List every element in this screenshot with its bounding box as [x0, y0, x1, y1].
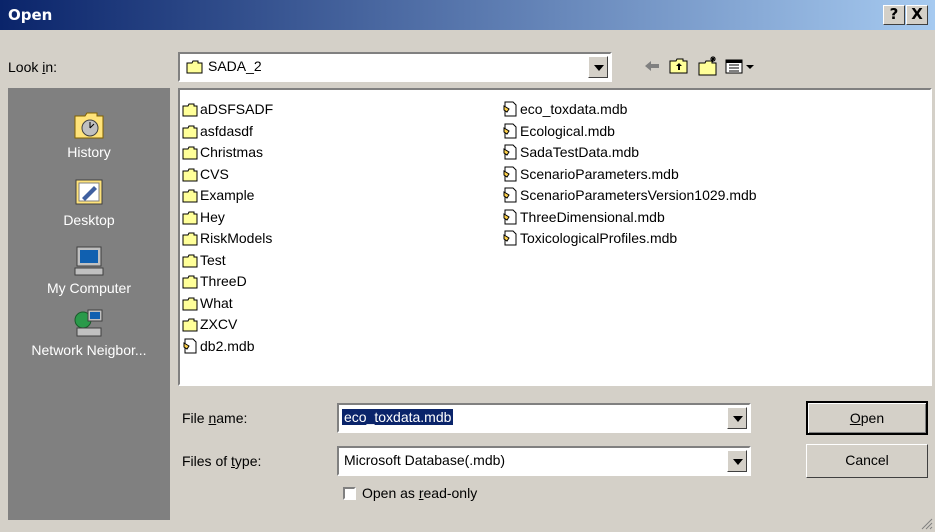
folder-icon — [182, 146, 198, 160]
folder-item[interactable]: Christmas — [182, 142, 263, 162]
folder-item-label: CVS — [200, 165, 229, 182]
file-item[interactable]: db2.mdb — [182, 336, 254, 356]
window-title: Open — [8, 6, 53, 24]
create-new-folder-icon[interactable] — [697, 55, 719, 77]
file-item-label: SadaTestData.mdb — [520, 144, 640, 160]
file-item[interactable]: ToxicologicalProfiles.mdb — [502, 228, 677, 248]
places-my-computer[interactable]: My Computer — [8, 244, 170, 296]
read-only-checkbox[interactable] — [343, 487, 356, 500]
database-file-icon — [503, 187, 517, 203]
places-network-neighborhood[interactable]: Network Neigbor... — [8, 306, 170, 358]
places-history-label: History — [67, 144, 111, 160]
folder-item-label: Christmas — [200, 144, 264, 160]
my-computer-icon — [74, 246, 104, 276]
look-in-dropdown[interactable]: SADA_2 — [178, 52, 612, 82]
file-item[interactable]: eco_toxdata.mdb — [502, 99, 627, 119]
file-name-label: File name: — [182, 410, 248, 426]
folder-icon — [182, 232, 198, 246]
folder-icon — [182, 125, 198, 138]
database-file-icon — [503, 101, 517, 117]
database-file-icon — [503, 123, 517, 138]
folder-item[interactable]: Example — [182, 185, 254, 205]
folder-item-label: ZXCV — [200, 316, 238, 332]
places-bar: History Desktop My Computer Network Neig… — [8, 88, 170, 520]
title-bar[interactable]: Open ? X — [0, 0, 935, 30]
file-item-label: eco_toxdata.mdb — [520, 101, 628, 117]
folder-item[interactable]: Test — [182, 250, 226, 270]
read-only-label[interactable]: Open as read-only — [362, 485, 477, 501]
files-of-type-value: Microsoft Database(.mdb) — [344, 452, 506, 468]
database-file-icon — [503, 230, 517, 246]
file-item-label: ScenarioParameters.mdb — [520, 165, 679, 182]
database-file-icon — [183, 338, 197, 353]
files-of-type-label: Files of type: — [182, 453, 262, 469]
file-name-input[interactable]: eco_toxdata.mdb — [337, 403, 751, 433]
up-one-level-icon[interactable] — [668, 55, 690, 77]
folder-item-label: aDSFSADF — [200, 101, 274, 117]
file-name-dropdown-arrow[interactable] — [727, 407, 747, 429]
folder-icon — [182, 103, 198, 117]
resize-grip-icon[interactable] — [920, 517, 933, 530]
file-item-label: db2.mdb — [200, 337, 255, 354]
file-item[interactable]: Ecological.mdb — [502, 121, 615, 141]
folder-icon — [182, 318, 198, 332]
file-name-value: eco_toxdata.mdb — [342, 409, 454, 425]
help-button[interactable]: ? — [883, 5, 905, 25]
file-item[interactable]: ScenarioParameters.mdb — [502, 164, 679, 184]
look-in-value: SADA_2 — [208, 58, 262, 74]
look-in-label: Look in: — [8, 59, 58, 75]
folder-item-label: Example — [200, 187, 255, 203]
folder-icon — [182, 168, 198, 181]
history-icon — [74, 112, 104, 139]
look-in-dropdown-arrow[interactable] — [588, 56, 608, 78]
places-my-computer-label: My Computer — [46, 280, 132, 296]
view-menu-icon[interactable] — [724, 55, 762, 77]
folder-item[interactable]: ThreeD — [182, 271, 247, 291]
places-network-neighborhood-label: Network Neigbor... — [31, 342, 147, 358]
folder-item-label: ThreeD — [200, 273, 247, 289]
folder-icon — [182, 275, 198, 289]
database-file-icon — [503, 166, 517, 181]
folder-icon — [182, 254, 198, 267]
cancel-button[interactable]: Cancel — [806, 444, 928, 478]
folder-item[interactable]: ZXCV — [182, 314, 237, 334]
folder-item[interactable]: CVS — [182, 164, 229, 184]
folder-item[interactable]: RiskModels — [182, 228, 272, 248]
files-of-type-dropdown[interactable]: Microsoft Database(.mdb) — [337, 446, 751, 476]
desktop-icon — [75, 179, 103, 205]
folder-item-label: What — [200, 294, 233, 311]
folder-item-label: Hey — [200, 208, 225, 225]
folder-item-label: Test — [200, 251, 226, 268]
places-desktop[interactable]: Desktop — [8, 176, 170, 228]
places-desktop-label: Desktop — [63, 212, 115, 228]
folder-icon — [182, 189, 198, 203]
file-item-label: ScenarioParametersVersion1029.mdb — [520, 187, 757, 203]
file-item[interactable]: ScenarioParametersVersion1029.mdb — [502, 185, 757, 205]
folder-item-label: asfdasdf — [200, 122, 253, 139]
file-item-label: ThreeDimensional.mdb — [520, 208, 665, 225]
file-item-label: Ecological.mdb — [520, 122, 615, 139]
folder-icon — [182, 211, 198, 224]
folder-item[interactable]: Hey — [182, 207, 225, 227]
folder-item[interactable]: aDSFSADF — [182, 99, 273, 119]
network-neighborhood-icon — [74, 309, 103, 337]
folder-item[interactable]: asfdasdf — [182, 121, 253, 141]
file-item[interactable]: ThreeDimensional.mdb — [502, 207, 665, 227]
database-file-icon — [503, 144, 517, 160]
files-of-type-dropdown-arrow[interactable] — [727, 450, 747, 472]
folder-item-label: RiskModels — [200, 230, 273, 246]
folder-icon — [182, 297, 198, 310]
file-list[interactable]: aDSFSADF asfdasdf Christmas CVS Example Hey Ri… — [178, 88, 932, 386]
close-button[interactable]: X — [906, 5, 928, 25]
folder-item[interactable]: What — [182, 293, 233, 313]
open-dialog: Open ? X Look in: SADA_2 History Desktop… — [0, 0, 935, 532]
places-history[interactable]: History — [8, 108, 170, 160]
back-arrow-icon[interactable] — [641, 55, 663, 77]
file-item[interactable]: SadaTestData.mdb — [502, 142, 639, 162]
database-file-icon — [503, 209, 517, 224]
file-item-label: ToxicologicalProfiles.mdb — [520, 230, 678, 246]
open-button[interactable]: Open — [806, 401, 928, 435]
folder-open-icon — [186, 60, 203, 74]
